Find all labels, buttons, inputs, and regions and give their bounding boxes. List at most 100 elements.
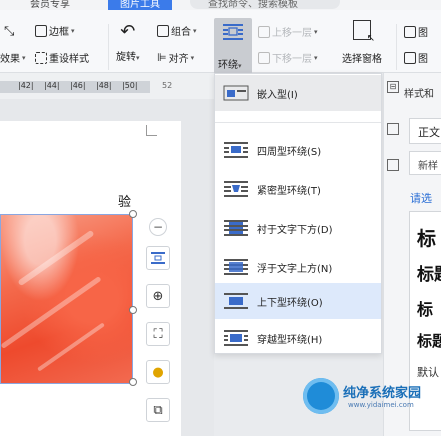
collapse-button[interactable]: −: [149, 218, 167, 236]
horizontal-ruler: |42| |44| |46| |48| |50| 52: [0, 73, 214, 99]
panel-pin-icon[interactable]: ⊟: [387, 81, 399, 93]
wrap-text-menu: 嵌入型(I) 四周型环绕(S) 紧密型环绕(T) 衬于文字下方(D) 浮于文字上…: [214, 73, 382, 354]
ruler-mark: |48|: [96, 81, 112, 90]
crop-button-partial[interactable]: ⤡: [4, 24, 14, 39]
ruler-mark: |44|: [44, 81, 60, 90]
crop-tool-button[interactable]: ⛶: [146, 322, 170, 346]
wrap-text-label: 环绕: [218, 60, 238, 71]
picture-button-partial-1[interactable]: 图: [404, 24, 428, 39]
picture-quick-toolbar: − ⊕ ⛶ ● ⧉: [146, 214, 174, 422]
chevron-down-icon: ▾: [136, 54, 140, 62]
effects-button-partial[interactable]: 效果 ▾: [0, 50, 26, 66]
ribbon-toolbar: ⤡ 效果 ▾ 边框 ▾ 重设样式 ↶ 旋转▾ 组合 ▾ ⊫ 对齐 ▾ 环绕▾ 上移一层 ▾: [0, 10, 441, 76]
reset-style-button[interactable]: 重设样式: [35, 50, 89, 65]
selection-pane-icon: ↖: [353, 20, 375, 44]
margin-corner-mark: [146, 125, 157, 136]
watermark-emblem: [303, 378, 339, 414]
zoom-button[interactable]: ⊕: [146, 284, 170, 308]
rotate-button[interactable]: ↶ 旋转▾: [116, 21, 140, 64]
panel-side-icon[interactable]: [387, 159, 399, 171]
chevron-down-icon: ▾: [190, 53, 195, 62]
wrap-option-inline[interactable]: 嵌入型(I): [215, 75, 381, 111]
style-heading-4[interactable]: 标题: [417, 330, 441, 351]
picture-convert-button[interactable]: ⧉: [146, 398, 170, 422]
align-button[interactable]: ⊫ 对齐 ▾: [157, 50, 194, 65]
rotate-icon: ↶: [120, 21, 136, 42]
ribbon-divider: [108, 24, 109, 70]
picture-ideas-button[interactable]: ●: [146, 360, 170, 384]
resize-handle-bottom-right[interactable]: [129, 378, 137, 386]
watermark-logo: 纯净系统家园 www.yidaimei.com: [303, 372, 441, 434]
send-backward-button[interactable]: 下移一层 ▾: [258, 50, 318, 65]
ruler-mark: |42|: [18, 81, 34, 90]
chevron-down-icon: ▾: [314, 27, 318, 36]
bring-forward-button[interactable]: 上移一层 ▾: [258, 24, 318, 39]
wrap-option-in-front[interactable]: 浮于文字上方(N): [215, 249, 381, 285]
picture-icon: [404, 25, 416, 38]
inline-wrap-icon: [223, 85, 249, 101]
style-heading-3[interactable]: 标: [417, 296, 433, 320]
copy-picture-icon: ⧉: [153, 402, 163, 418]
paint-stroke: [37, 322, 105, 372]
border-icon: [35, 24, 47, 37]
menu-divider: [215, 122, 381, 123]
wrap-option-tight[interactable]: 紧密型环绕(T): [215, 171, 381, 207]
current-style-box[interactable]: 正文: [409, 118, 441, 144]
chevron-down-icon: ▾: [71, 26, 75, 35]
group-button[interactable]: 组合 ▾: [157, 23, 197, 38]
in-front-of-text-icon: [224, 259, 248, 275]
chevron-down-icon: ▾: [238, 62, 242, 70]
wrap-option-top-bottom[interactable]: 上下型环绕(O): [215, 283, 381, 319]
selection-pane-button[interactable]: ↖ 选择窗格: [342, 20, 382, 65]
document-text: 验: [118, 195, 132, 210]
ribbon-divider: [396, 24, 397, 70]
ribbon-tab-strip: 会员专享 图片工具 查找命令、搜索模板: [0, 0, 441, 10]
ruler-mark: |46|: [70, 81, 86, 90]
lightbulb-icon: ●: [152, 364, 164, 380]
command-search-box[interactable]: 查找命令、搜索模板: [190, 0, 340, 10]
wrap-option-square[interactable]: 四周型环绕(S): [215, 132, 381, 168]
panel-side-icon[interactable]: [387, 123, 399, 135]
wrap-option-through[interactable]: 穿越型环绕(H): [215, 320, 381, 356]
tab-member[interactable]: 会员专享: [30, 0, 70, 10]
wrap-text-button[interactable]: 环绕▾: [214, 18, 252, 76]
styles-panel-title: 样式和: [404, 89, 434, 100]
zoom-in-icon: ⊕: [152, 288, 164, 304]
style-heading-2[interactable]: 标题: [417, 260, 441, 285]
crop-icon: ⛶: [153, 326, 163, 342]
picture-button-partial-2[interactable]: 图: [404, 50, 428, 65]
top-bottom-wrap-icon: [224, 293, 248, 309]
tab-picture-tools[interactable]: 图片工具: [108, 0, 172, 10]
resize-handle-right[interactable]: [129, 306, 137, 314]
picture-icon: [404, 51, 416, 64]
new-style-button[interactable]: 新样: [409, 151, 441, 175]
send-backward-icon: [258, 51, 270, 64]
reset-style-icon: [35, 51, 47, 64]
behind-text-icon: [224, 220, 248, 236]
ruler-mark: 52: [162, 81, 173, 90]
tight-wrap-icon: [224, 181, 248, 197]
bring-forward-icon: [258, 25, 270, 38]
chevron-down-icon: ▾: [314, 53, 318, 62]
wrap-layout-icon: [151, 252, 165, 264]
square-wrap-icon: [224, 142, 248, 158]
wrap-option-behind-text[interactable]: 衬于文字下方(D): [215, 210, 381, 246]
resize-handle-top-right[interactable]: [129, 210, 137, 218]
group-icon: [157, 24, 169, 37]
chevron-down-icon: ▾: [22, 53, 26, 62]
align-icon: ⊫: [157, 51, 167, 64]
search-placeholder: 查找命令、搜索模板: [208, 0, 298, 10]
ruler-mark: |50|: [122, 81, 138, 90]
watermark-url: www.yidaimei.com: [348, 401, 414, 409]
paint-stroke: [17, 229, 95, 287]
selected-picture[interactable]: [0, 214, 133, 384]
through-wrap-icon: [224, 330, 248, 346]
wrap-text-icon: [223, 24, 243, 40]
select-style-link[interactable]: 请选: [410, 190, 432, 206]
style-heading-1[interactable]: 标: [417, 224, 436, 251]
watermark-title: 纯净系统家园: [343, 386, 422, 401]
chevron-down-icon: ▾: [193, 26, 197, 35]
crop-icon: ⤡: [4, 24, 15, 39]
border-button[interactable]: 边框 ▾: [35, 23, 75, 38]
layout-options-button[interactable]: [146, 246, 170, 270]
